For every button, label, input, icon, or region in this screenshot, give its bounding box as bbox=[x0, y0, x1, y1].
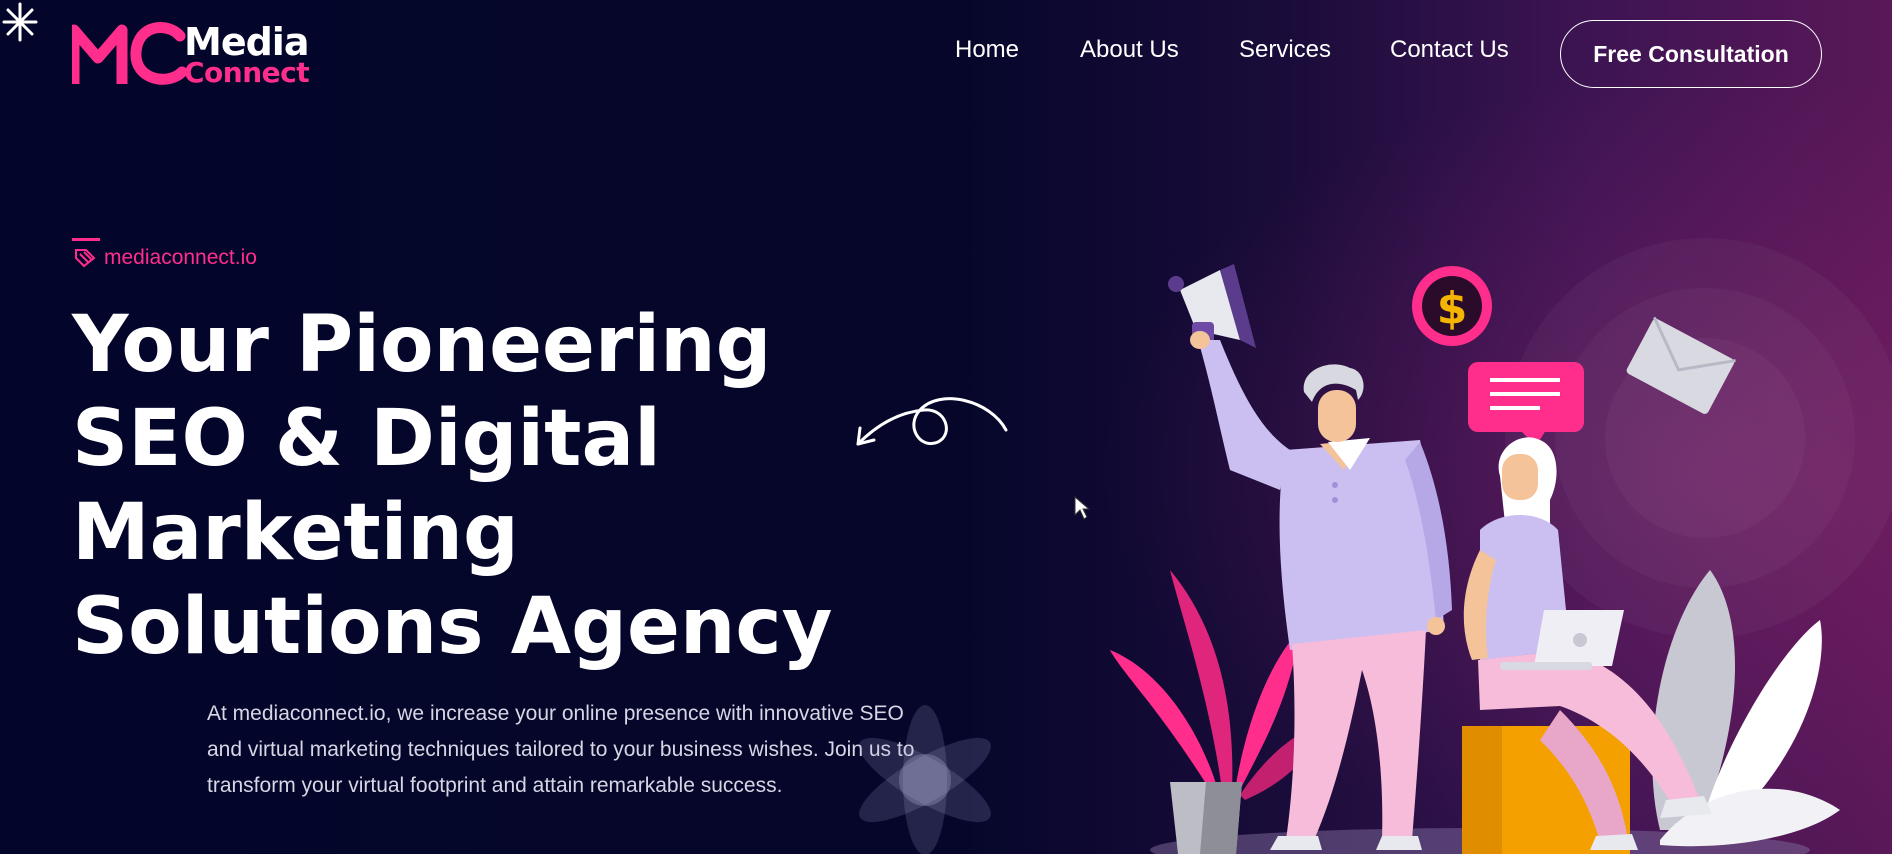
nav-services[interactable]: Services bbox=[1239, 36, 1331, 64]
headline-line: Solutions Agency bbox=[72, 582, 833, 672]
free-consultation-button[interactable]: Free Consultation bbox=[1560, 20, 1822, 88]
cursor-icon bbox=[1074, 495, 1091, 520]
svg-text:$: $ bbox=[1437, 283, 1468, 334]
badge-icon bbox=[75, 249, 96, 268]
nav-contact-us[interactable]: Contact Us bbox=[1390, 36, 1509, 64]
megaphone-icon bbox=[1168, 264, 1256, 348]
brand-logo[interactable]: Media Connect bbox=[72, 18, 310, 89]
arrow-doodle-icon bbox=[856, 397, 1008, 446]
logo-mark-icon bbox=[72, 22, 187, 85]
sparkle-icon bbox=[0, 0, 40, 51]
dollar-coin-icon: $ bbox=[1412, 266, 1492, 346]
envelope-icon bbox=[1626, 316, 1736, 414]
badge-accent-bar bbox=[72, 238, 100, 241]
star-decoration-icon bbox=[859, 705, 991, 854]
headline-line: Marketing bbox=[72, 488, 519, 578]
hero-illustration: $ bbox=[1110, 264, 1840, 854]
nav-about-us[interactable]: About Us bbox=[1080, 36, 1179, 64]
badge-domain-label: mediaconnect.io bbox=[104, 246, 257, 269]
nav-home[interactable]: Home bbox=[955, 36, 1019, 64]
headline-line: Your Pioneering bbox=[72, 300, 772, 390]
logo-text-connect: Connect bbox=[184, 56, 310, 89]
headline-line: SEO & Digital bbox=[72, 394, 661, 484]
hero-headline: Your Pioneering SEO & Digital Marketing … bbox=[72, 298, 832, 674]
chat-bubble-icon bbox=[1468, 362, 1584, 446]
